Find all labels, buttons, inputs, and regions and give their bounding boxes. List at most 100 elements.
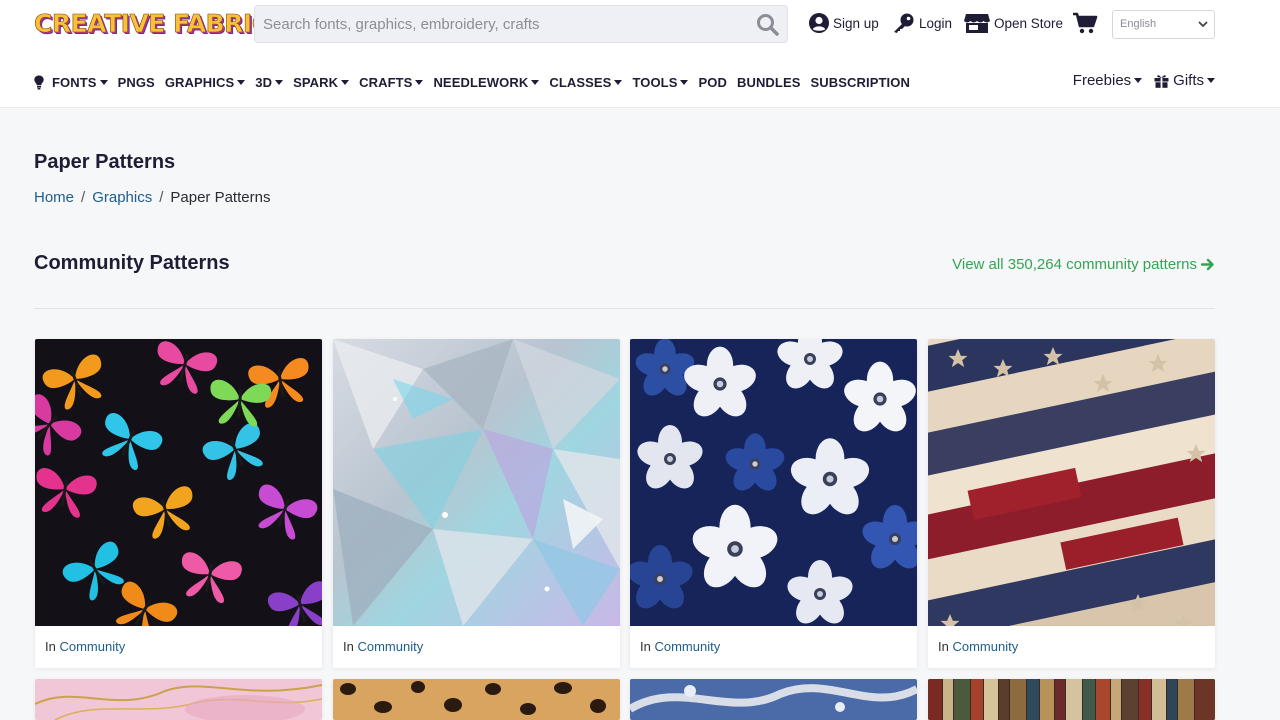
caret-down-icon [1207, 78, 1215, 83]
product-card [928, 679, 1215, 720]
language-selected: English [1120, 18, 1157, 30]
nav-freebies[interactable]: Freebies [1072, 72, 1143, 89]
breadcrumb-separator: / [81, 189, 86, 206]
view-all-link[interactable]: View all 350,264 community patterns [952, 256, 1215, 273]
caret-down-icon [341, 79, 350, 85]
nav-right: Freebies Gifts [1061, 72, 1215, 89]
breadcrumb-current: Paper Patterns [170, 189, 271, 206]
nav-gifts[interactable]: Gifts [1154, 72, 1215, 89]
nav-freebies-label: Freebies [1072, 72, 1132, 89]
nav-3d-label: 3D [255, 74, 273, 90]
vintage-books-pattern-image[interactable] [928, 679, 1215, 720]
butterflies-pattern-image[interactable] [35, 339, 322, 626]
page-title: Paper Patterns [34, 151, 176, 173]
nav-crafts-label: CRAFTS [359, 74, 413, 90]
product-card: In Community [630, 339, 917, 668]
nav-pod[interactable]: POD [698, 75, 726, 90]
nav-classes-label: CLASSES [549, 74, 612, 90]
login-label: Login [919, 15, 953, 31]
product-card: In Community [928, 339, 1215, 668]
cart-icon[interactable] [1072, 12, 1098, 34]
holographic-crystal-pattern-image[interactable] [333, 339, 620, 626]
nav-bundles-label: BUNDLES [736, 74, 801, 90]
nav-tools[interactable]: TOOLS [632, 74, 689, 90]
pink-marble-pattern-image[interactable] [35, 679, 322, 720]
nav-tools-label: TOOLS [632, 74, 678, 90]
nav-fonts-label: FONTS [52, 74, 97, 90]
user-icon [809, 13, 829, 33]
main-nav: FONTS PNGS GRAPHICS 3D SPARK CRAFTS NEED… [34, 73, 920, 91]
caret-down-icon [237, 79, 246, 85]
nav-bundles[interactable]: BUNDLES [737, 75, 801, 90]
card-prefix: In [45, 639, 56, 654]
breadcrumb: Home / Graphics / Paper Patterns [34, 189, 270, 206]
nav-graphics[interactable]: GRAPHICS [164, 74, 246, 90]
product-card [630, 679, 917, 720]
site-header: CREATIVE FABRICA Sign up Login Ope [0, 0, 1280, 108]
caret-down-icon [415, 79, 424, 85]
card-category-link[interactable]: Community [654, 639, 720, 654]
distressed-flag-pattern-image[interactable] [928, 339, 1215, 626]
nav-spark-label: SPARK [293, 74, 339, 90]
language-select[interactable]: English [1112, 10, 1215, 39]
card-prefix: In [343, 639, 354, 654]
blue-silver-swirl-pattern-image[interactable] [630, 679, 917, 720]
product-card [35, 679, 322, 720]
nav-needlework[interactable]: NEEDLEWORK [433, 74, 540, 90]
chevron-down-icon [1198, 21, 1208, 28]
breadcrumb-home[interactable]: Home [34, 189, 74, 206]
card-category-link[interactable]: Community [59, 639, 125, 654]
nav-subscription[interactable]: SUBSCRIPTION [811, 75, 910, 90]
nav-needlework-label: NEEDLEWORK [433, 74, 529, 90]
breadcrumb-separator: / [159, 189, 164, 206]
signup-label: Sign up [833, 15, 879, 31]
nav-classes[interactable]: CLASSES [549, 74, 623, 90]
search-input[interactable] [255, 6, 735, 42]
caret-down-icon [680, 79, 689, 85]
card-category-link[interactable]: Community [952, 639, 1018, 654]
card-category-link[interactable]: Community [357, 639, 423, 654]
section-divider [34, 308, 1215, 309]
product-card: In Community [333, 339, 620, 668]
nav-3d[interactable]: 3D [255, 74, 284, 90]
store-icon [964, 14, 990, 33]
card-meta: In Community [630, 626, 917, 668]
blue-white-flowers-pattern-image[interactable] [630, 339, 917, 626]
creative-fabrica-logo[interactable]: CREATIVE FABRICA [34, 7, 290, 41]
open-store-link[interactable]: Open Store [963, 12, 1063, 34]
gift-icon [1154, 74, 1169, 88]
caret-down-icon [1134, 78, 1143, 83]
search-icon[interactable] [755, 12, 781, 38]
card-prefix: In [640, 639, 651, 654]
product-card [333, 679, 620, 720]
nav-gifts-label: Gifts [1173, 72, 1204, 89]
leopard-print-pattern-image[interactable] [333, 679, 620, 720]
key-icon [894, 13, 914, 33]
nav-pngs[interactable]: PNGS [118, 75, 155, 90]
nav-fonts[interactable]: FONTS [52, 75, 108, 90]
caret-down-icon [531, 79, 540, 85]
view-all-label: View all 350,264 community patterns [952, 256, 1197, 273]
card-meta: In Community [333, 626, 620, 668]
open-store-label: Open Store [994, 15, 1064, 31]
nav-spark[interactable]: SPARK [293, 74, 350, 90]
lightbulb-icon[interactable] [34, 75, 44, 90]
nav-pngs-label: PNGS [117, 74, 155, 90]
breadcrumb-graphics[interactable]: Graphics [92, 189, 152, 206]
signup-link[interactable]: Sign up [808, 12, 879, 34]
nav-pod-label: POD [698, 74, 727, 90]
caret-down-icon [99, 79, 108, 85]
product-card: In Community [35, 339, 322, 668]
login-link[interactable]: Login [892, 12, 952, 34]
nav-crafts[interactable]: CRAFTS [359, 74, 424, 90]
card-meta: In Community [928, 626, 1215, 668]
card-prefix: In [938, 639, 949, 654]
section-title: Community Patterns [34, 252, 230, 274]
caret-down-icon [275, 79, 284, 85]
caret-down-icon [614, 79, 623, 85]
arrow-right-icon [1201, 258, 1214, 271]
nav-subscription-label: SUBSCRIPTION [810, 74, 910, 90]
nav-graphics-label: GRAPHICS [164, 74, 235, 90]
card-meta: In Community [35, 626, 322, 668]
search-bar [254, 5, 788, 43]
